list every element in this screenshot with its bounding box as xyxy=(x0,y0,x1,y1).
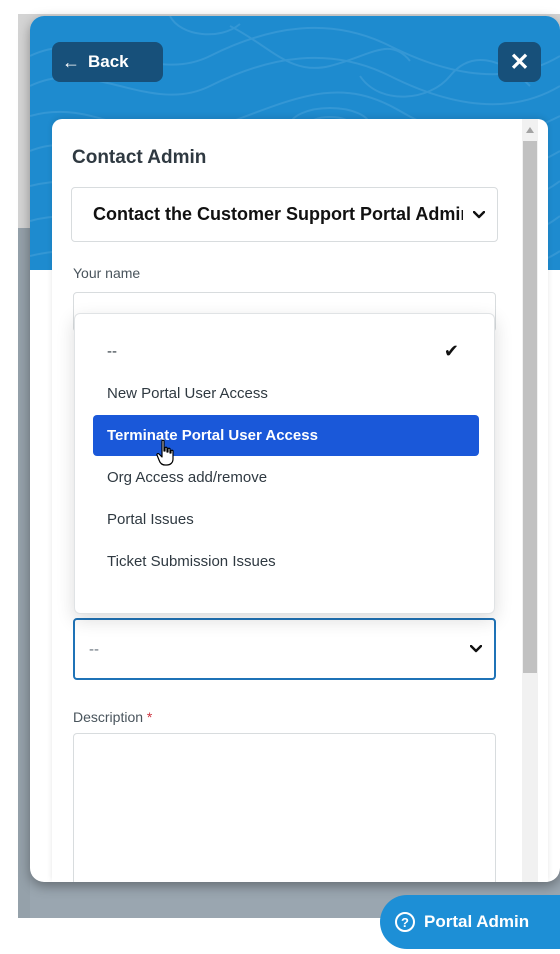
category-dropdown-menu: -- ✔ New Portal User Access Terminate Po… xyxy=(74,313,495,614)
option-label: Ticket Submission Issues xyxy=(107,553,276,570)
option-label: Terminate Portal User Access xyxy=(107,427,318,444)
name-label: Your name xyxy=(73,265,141,281)
contact-admin-widget: ← Back ✕ Contact Admin Contact the Custo… xyxy=(30,16,560,882)
page-background-left xyxy=(18,228,30,918)
required-marker: * xyxy=(146,709,153,725)
contact-form-card: Contact Admin Contact the Customer Suppo… xyxy=(52,119,548,882)
request-type-select[interactable]: Contact the Customer Support Portal Admi… xyxy=(71,187,498,242)
portal-admin-label: Portal Admin xyxy=(424,912,530,931)
category-select-value: -- xyxy=(89,640,99,658)
option-label: New Portal User Access xyxy=(107,385,268,402)
help-circle-icon: ? xyxy=(395,912,415,932)
chevron-down-icon xyxy=(470,645,482,653)
portal-admin-launcher[interactable]: ? Portal Admin xyxy=(380,895,560,949)
dropdown-option-new-portal-user-access[interactable]: New Portal User Access xyxy=(93,373,479,414)
close-button[interactable]: ✕ xyxy=(498,42,541,82)
request-type-value: Contact the Customer Support Portal Admi… xyxy=(93,204,463,224)
option-label: Org Access add/remove xyxy=(107,469,268,486)
arrow-left-icon: ← xyxy=(62,52,80,72)
page-edge-top xyxy=(0,0,560,14)
form-title: Contact Admin xyxy=(72,147,207,168)
description-textarea[interactable] xyxy=(73,733,496,882)
description-label: Description * xyxy=(73,709,152,725)
option-label: -- xyxy=(107,343,117,360)
back-button[interactable]: ← Back xyxy=(52,42,163,82)
dropdown-option-portal-issues[interactable]: Portal Issues xyxy=(93,499,479,540)
chevron-down-icon xyxy=(473,210,485,218)
description-label-text: Description xyxy=(73,709,144,725)
dropdown-option-org-access[interactable]: Org Access add/remove xyxy=(93,457,479,498)
page-edge xyxy=(0,0,18,954)
dropdown-option-empty[interactable]: -- ✔ xyxy=(93,331,479,372)
dropdown-option-terminate-portal-user-access[interactable]: Terminate Portal User Access xyxy=(93,415,479,456)
hand-pointer-icon xyxy=(156,439,174,466)
back-button-label: Back xyxy=(88,52,129,71)
option-label: Portal Issues xyxy=(107,511,194,528)
dropdown-option-ticket-submission-issues[interactable]: Ticket Submission Issues xyxy=(93,541,479,582)
checkmark-icon: ✔ xyxy=(443,341,459,361)
close-icon: ✕ xyxy=(509,48,530,76)
scroll-up-arrow-icon[interactable] xyxy=(526,127,534,133)
category-select[interactable]: -- xyxy=(73,618,496,680)
scrollbar-thumb[interactable] xyxy=(523,141,537,673)
